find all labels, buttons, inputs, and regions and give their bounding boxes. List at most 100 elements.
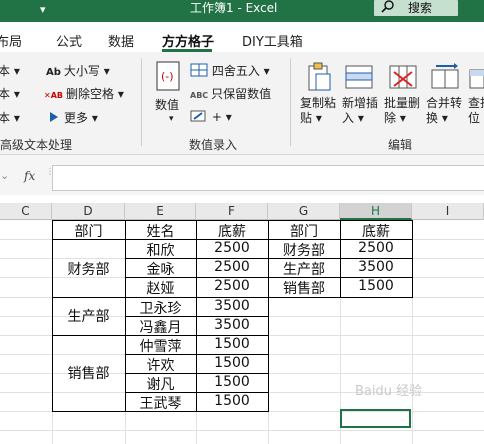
- summary-salary-cell: 3500: [358, 259, 394, 275]
- more-label: 更多 ▾: [64, 111, 98, 125]
- table1-header-dept: 部门: [74, 224, 103, 240]
- summary-salary-cell: 1500: [358, 278, 394, 294]
- table-border: [412, 220, 413, 298]
- delete-space-label: 删除空格 ▾: [66, 87, 124, 101]
- table2-header-salary: 底薪: [362, 224, 390, 240]
- name-cell: 冯鑫月: [139, 320, 182, 336]
- tab-layout[interactable]: 布局: [0, 31, 22, 50]
- summary-salary-cell: 2500: [358, 240, 394, 256]
- case-label: 大小写 ▾: [63, 64, 110, 78]
- group-separator: [290, 58, 291, 146]
- salary-cell: 2500: [214, 259, 250, 275]
- keep-value-label: 只保留数值: [211, 87, 272, 101]
- group-label-edit: 编辑: [388, 138, 413, 152]
- column-header-G[interactable]: G: [268, 203, 340, 220]
- window-title: 工作簿1 - Excel: [190, 1, 278, 15]
- case-button[interactable]: Ab 大小写 ▾: [46, 62, 110, 79]
- tab-data[interactable]: 数据: [108, 31, 134, 50]
- salary-cell: 2500: [214, 240, 250, 256]
- tab-fangfang[interactable]: 方方格子: [162, 31, 214, 50]
- search-icon: [381, 0, 394, 13]
- search-label: 搜索: [408, 1, 433, 15]
- table2-header-dept: 部门: [290, 224, 318, 240]
- plus-minus-label: + ▾: [211, 110, 232, 124]
- text-tool-1[interactable]: 本 ▾: [0, 62, 20, 79]
- title-bar: ▾ 工作簿1 - Excel 搜索: [0, 0, 484, 22]
- add-insert-icon: [345, 65, 373, 89]
- more-button[interactable]: 更多 ▾: [48, 109, 98, 126]
- find-locate-button[interactable]: 查找 位: [468, 96, 484, 126]
- quick-access-menu-arrow[interactable]: ▾: [40, 3, 46, 16]
- copy-paste-button[interactable]: 复制粘 贴 ▾: [300, 96, 336, 126]
- column-header-F[interactable]: F: [196, 203, 268, 220]
- active-cell-selection[interactable]: [340, 409, 411, 428]
- tab-formulas[interactable]: 公式: [56, 31, 82, 50]
- salary-cell: 3500: [214, 298, 250, 314]
- round-icon: [190, 63, 208, 77]
- keep-value-button[interactable]: ABC 只保留数值: [190, 85, 271, 102]
- pencil-icon: [190, 110, 206, 122]
- text-tool-2[interactable]: 本 ▾: [0, 85, 20, 102]
- name-cell: 王武琴: [139, 396, 182, 412]
- dept-cell-finance: 财务部: [67, 262, 110, 278]
- insert-function-button[interactable]: fx: [24, 169, 35, 183]
- case-icon: Ab: [46, 67, 61, 78]
- salary-cell: 3500: [214, 317, 250, 333]
- dept-cell-production: 生产部: [67, 309, 110, 325]
- batch-delete-button[interactable]: 批量删 除 ▾: [384, 96, 420, 126]
- tab-diy-toolbox[interactable]: DIY工具箱: [242, 31, 303, 50]
- cancel-icon[interactable]: ⌄: [0, 169, 9, 182]
- column-header-I[interactable]: I: [412, 203, 484, 220]
- salary-cell: 1500: [214, 336, 250, 352]
- summary-dept-cell: 生产部: [283, 262, 325, 278]
- round-button[interactable]: 四舍五入 ▾: [190, 62, 270, 79]
- plus-minus-button[interactable]: + ▾: [190, 109, 232, 124]
- column-header-H[interactable]: H: [340, 203, 412, 220]
- name-cell: 仲雪萍: [139, 339, 182, 355]
- salary-cell: 1500: [214, 355, 250, 371]
- name-cell: 和欣: [146, 243, 175, 259]
- round-label: 四舍五入 ▾: [211, 64, 270, 78]
- search-box[interactable]: 搜索: [374, 0, 458, 16]
- column-header-D[interactable]: D: [52, 203, 125, 220]
- formula-input[interactable]: [52, 165, 484, 191]
- copy-paste-icon: [308, 62, 331, 91]
- more-icon: [50, 112, 58, 122]
- value-button[interactable]: 数值: [155, 96, 179, 113]
- merge-convert-icon: [431, 63, 459, 89]
- name-cell: 赵娅: [146, 281, 175, 297]
- worksheet-grid[interactable]: 部门 姓名 底薪 财务部 生产部 销售部 和欣 2500 金咏 2500 赵娅 …: [0, 220, 484, 444]
- keep-value-icon: ABC: [190, 91, 209, 100]
- table1-header-name: 姓名: [146, 224, 175, 240]
- table1-header-salary: 底薪: [218, 224, 246, 240]
- ribbon: 本 ▾ 本 ▾ 本 ▾ Ab 大小写 ▾ ✕AB 删除空格 ▾ 更多 ▾ 高级文本处…: [0, 52, 484, 155]
- name-cell: 许欢: [146, 358, 175, 374]
- value-icon: (-): [156, 61, 180, 91]
- name-cell: 金咏: [146, 262, 175, 278]
- batch-delete-icon: [389, 65, 417, 89]
- merge-convert-button[interactable]: 合并转 换 ▾: [426, 96, 462, 126]
- group-separator: [141, 58, 142, 146]
- value-dropdown-arrow[interactable]: ▾: [169, 114, 174, 124]
- add-insert-button[interactable]: 新增插 入 ▾: [342, 96, 378, 126]
- delete-space-icon: ✕AB: [44, 91, 63, 100]
- salary-cell: 1500: [214, 374, 250, 390]
- column-header-E[interactable]: E: [125, 203, 196, 220]
- dept-cell-sales: 销售部: [67, 366, 110, 382]
- formula-bar: ⌄ ⋮ fx: [0, 155, 484, 195]
- group-label-text: 高级文本处理: [0, 138, 73, 152]
- salary-cell: 2500: [214, 278, 250, 294]
- salary-cell: 1500: [214, 393, 250, 409]
- watermark: Baidu 经验: [355, 384, 423, 399]
- text-tool-3[interactable]: 本 ▾: [0, 109, 20, 126]
- summary-dept-cell: 销售部: [283, 281, 325, 297]
- summary-dept-cell: 财务部: [283, 243, 325, 259]
- name-cell: 卫永珍: [139, 301, 182, 317]
- ribbon-tabs: 布局 公式 数据 方方格子 DIY工具箱: [0, 22, 484, 52]
- name-cell: 谢凡: [146, 377, 175, 393]
- find-locate-icon: [469, 69, 484, 89]
- column-header-C[interactable]: C: [0, 203, 52, 220]
- group-label-number: 数值录入: [189, 138, 238, 152]
- svg-text:(-): (-): [161, 70, 174, 83]
- delete-space-button[interactable]: ✕AB 删除空格 ▾: [44, 85, 124, 102]
